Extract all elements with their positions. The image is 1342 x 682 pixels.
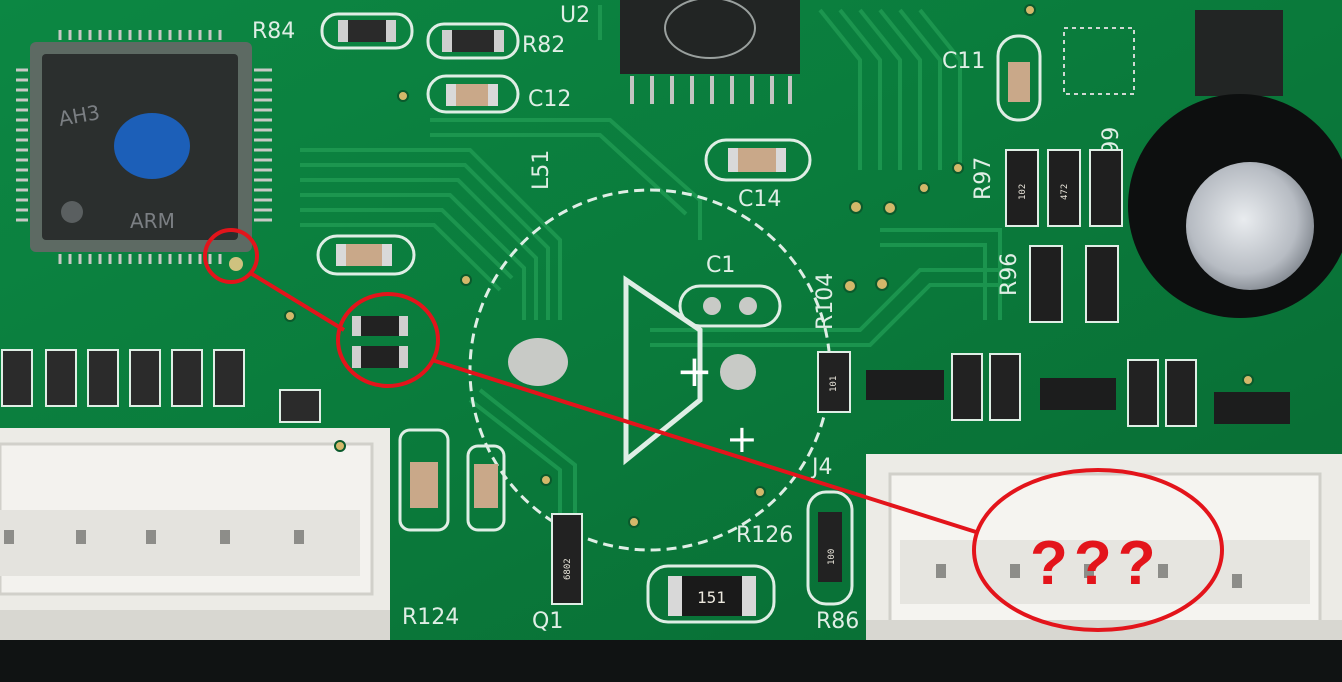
label-c14: C14 (738, 187, 781, 212)
label-r96: R96 (997, 253, 1022, 296)
code-472: 472 (1060, 184, 1070, 200)
label-c1: C1 (706, 253, 735, 278)
label-c11: C11 (942, 49, 985, 74)
chip-marking-arm: ARM (130, 209, 175, 233)
question-marks: ??? (1030, 529, 1162, 598)
code-102: 102 (1018, 184, 1028, 200)
label-r82: R82 (522, 33, 565, 58)
plus-sign: + (676, 346, 713, 397)
label-r86: R86 (816, 609, 859, 634)
label-r84: R84 (252, 19, 295, 44)
label-l51: L51 (529, 150, 554, 190)
code-100: 100 (827, 549, 837, 565)
resistor-6802: 6802 (551, 513, 583, 605)
label-u2: U2 (560, 3, 590, 28)
code-6802: 6802 (563, 558, 573, 580)
code-101: 101 (829, 376, 839, 392)
label-c12: C12 (528, 87, 571, 112)
board-edge-shadow (0, 640, 1342, 682)
electrolytic-capacitor (1128, 94, 1342, 318)
label-r126: R126 (736, 523, 793, 548)
label-r124: R124 (402, 605, 459, 630)
label-j4: J4 (810, 455, 833, 480)
code-151: 151 (697, 588, 726, 607)
blue-marker-dot (114, 113, 190, 179)
connector-left (0, 428, 390, 640)
pcb-photo: AH3 ARM R84 U2 R82 C12 C11 C14 L51 C1 R9… (0, 0, 1342, 682)
mcu-pin-via (229, 257, 243, 271)
label-q1: Q1 (532, 609, 563, 634)
label-r97: R97 (971, 157, 996, 200)
